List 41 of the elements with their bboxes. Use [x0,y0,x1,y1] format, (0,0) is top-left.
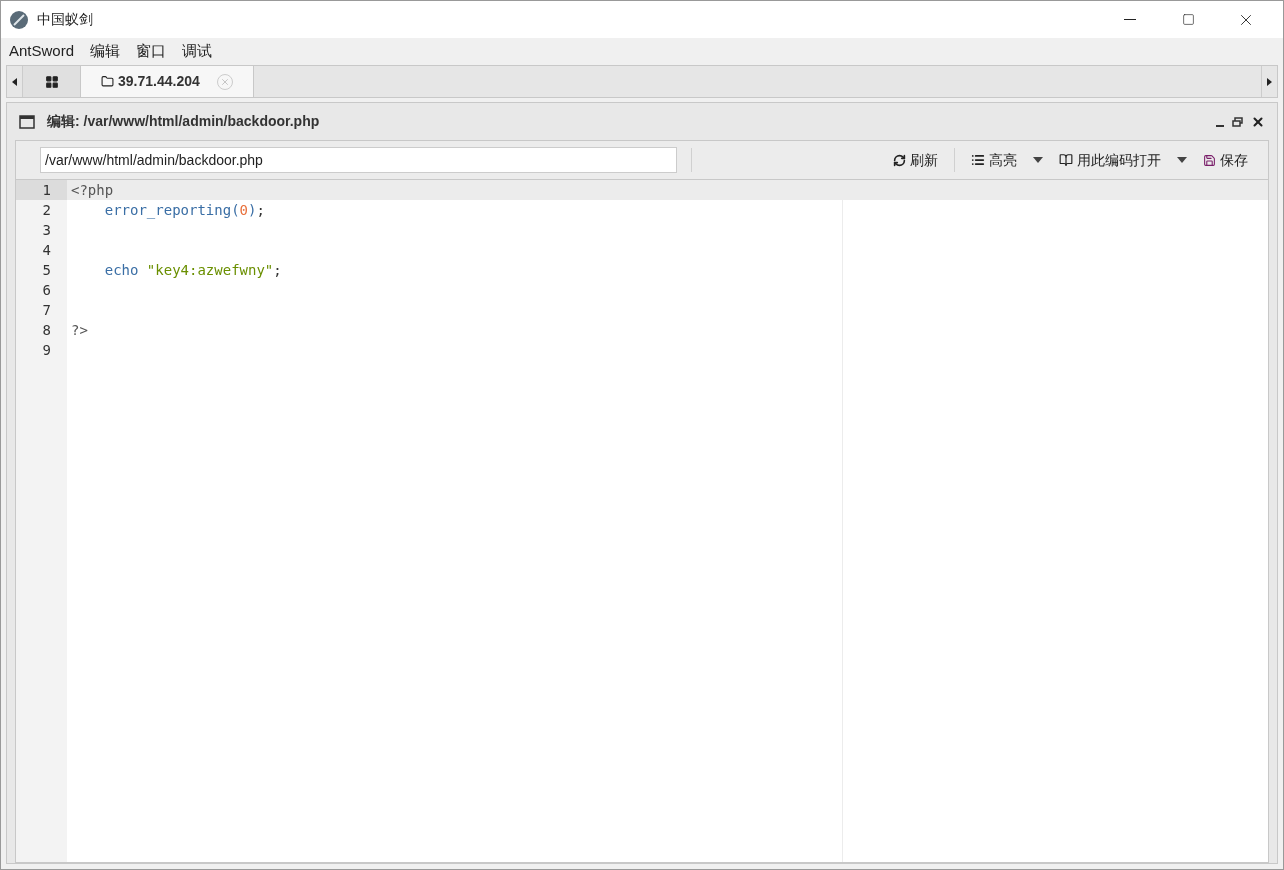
grid-icon [44,74,59,89]
tab[interactable] [23,66,81,97]
right-triangle-icon [1267,77,1272,86]
save-icon [1203,153,1216,167]
toolbar-button[interactable]: 保存 [1195,149,1256,171]
refresh-icon [893,153,906,167]
toolbar-button[interactable]: 高亮 [963,149,1051,171]
menu-item[interactable]: 编辑 [90,40,121,63]
window-title: 中国蚁剑 [37,10,93,29]
tab[interactable]: 39.71.44.204 [81,66,254,97]
app-logo-icon [9,9,29,30]
folder-icon [101,75,114,88]
left-triangle-icon [12,77,17,86]
list-icon [971,153,985,167]
line-number: 5 [41,261,52,280]
menu-item[interactable]: AntSword [9,40,75,63]
line-number: 6 [41,281,52,300]
line-number: 2 [41,201,52,220]
line-number: 3 [41,221,52,240]
path-field[interactable]: /var/www/html/admin/backdoor.php [40,147,677,173]
minimize-icon [1124,19,1136,20]
window-icon [19,114,35,129]
menu-item[interactable]: 窗口 [136,40,167,63]
line-number: 4 [41,241,52,260]
code-line: ?> [71,322,88,338]
panel-title: 编辑: /var/www/html/admin/backdoor.php [47,112,320,131]
code-line: error_reporting(0); [103,202,265,218]
code-line: <?php [71,182,114,198]
line-number: 9 [41,341,52,360]
toolbar-button[interactable]: 用此编码打开 [1051,149,1195,171]
line-number: 1 [16,180,67,200]
book-icon [1059,153,1073,167]
menu-item[interactable]: 调试 [182,40,213,63]
minimize-icon[interactable] [1216,124,1224,127]
toolbar-button[interactable]: 刷新 [885,149,946,171]
line-number: 7 [41,301,52,320]
line-number: 8 [41,321,52,340]
maximize-icon [1181,13,1195,26]
close-icon[interactable] [1251,114,1265,129]
code-line: echo "key4:azwefwny"; [103,262,282,278]
restore-icon[interactable] [1232,116,1243,127]
